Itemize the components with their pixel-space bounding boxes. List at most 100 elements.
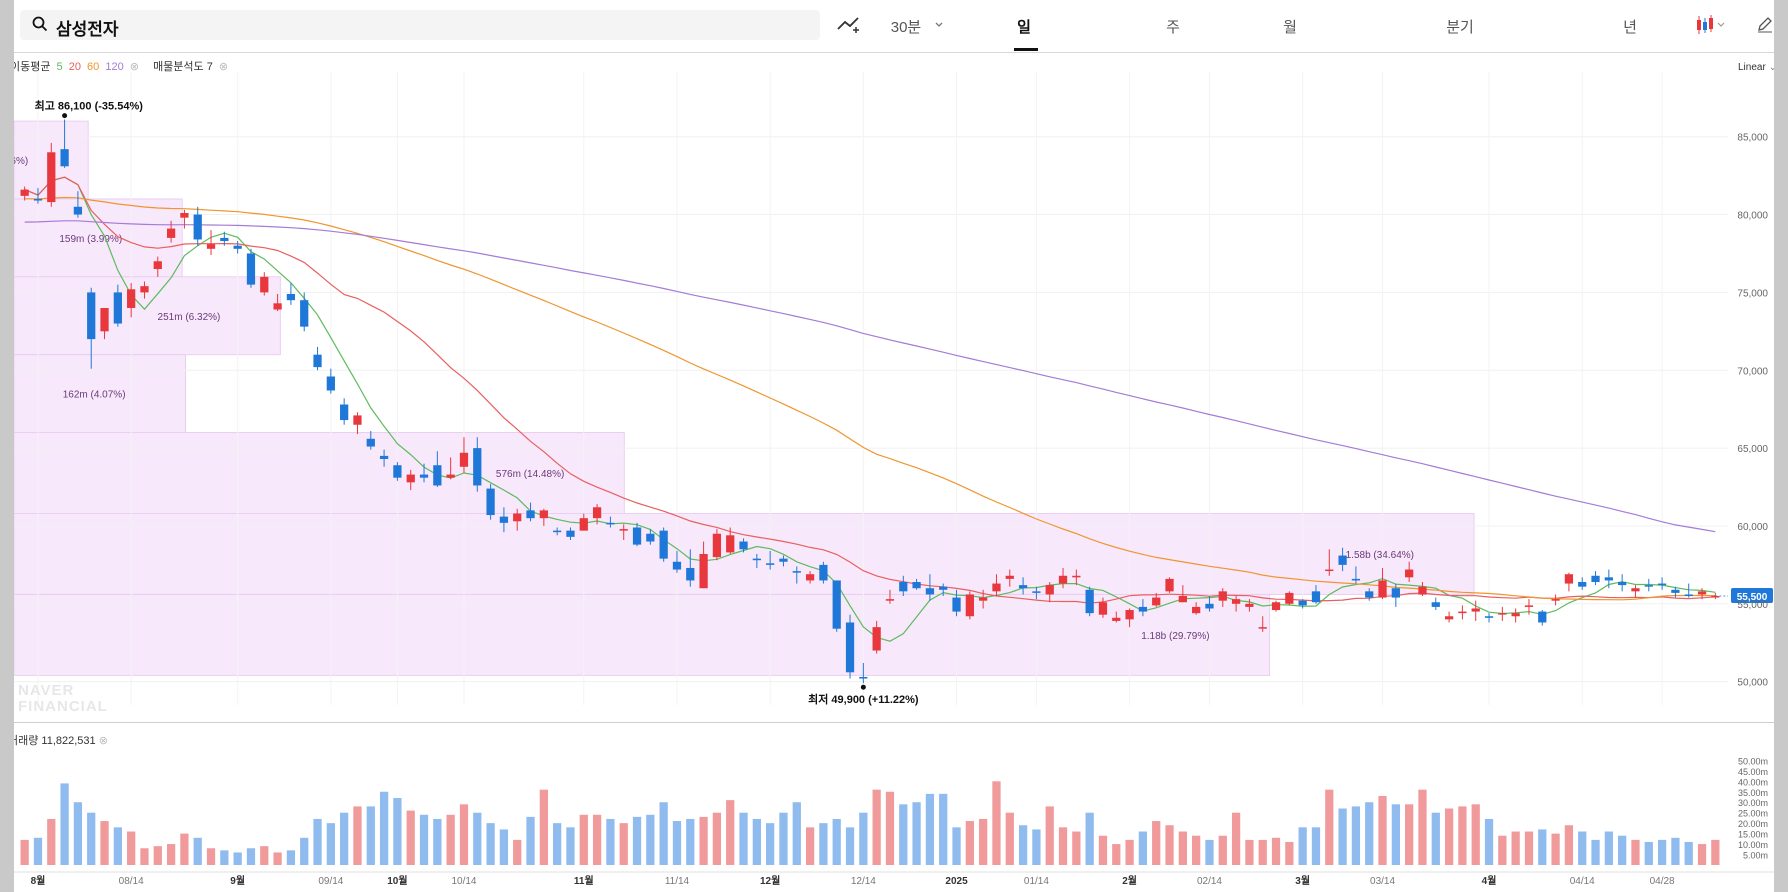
price-chart[interactable]: 67.6m (1.76%)159m (3.99%)251m (6.32%)162… bbox=[0, 0, 1788, 892]
candle-body bbox=[73, 206, 83, 215]
candle-body bbox=[1391, 588, 1400, 598]
candle-body bbox=[792, 571, 801, 573]
volume-bar bbox=[1298, 827, 1307, 865]
time-tick-label: 11/14 bbox=[665, 876, 690, 887]
candle-body bbox=[925, 588, 935, 595]
volume-profile-label: 162m (4.07%) bbox=[63, 390, 126, 401]
volume-tick-label: 45.00m bbox=[1738, 767, 1768, 777]
candle-body bbox=[300, 300, 309, 327]
candle-body bbox=[433, 465, 442, 486]
candle-body bbox=[193, 214, 202, 240]
time-tick-label: 12월 bbox=[760, 875, 780, 887]
candle-body bbox=[632, 527, 642, 545]
price-tick-label: 75,000 bbox=[1737, 288, 1768, 299]
candle-body bbox=[1578, 582, 1587, 587]
candle-body bbox=[1564, 574, 1574, 584]
candle-body bbox=[1098, 602, 1108, 615]
time-tick-label: 08/14 bbox=[119, 876, 144, 887]
volume-bar bbox=[805, 827, 815, 865]
window-frame-right bbox=[1774, 0, 1788, 892]
volume-profile-label: 576m (14.48%) bbox=[496, 469, 564, 480]
candle-body bbox=[499, 516, 509, 523]
candle-body bbox=[526, 510, 535, 519]
candle-body bbox=[166, 228, 176, 238]
candle-body bbox=[1471, 608, 1480, 612]
volume-bar bbox=[819, 823, 828, 865]
volume-bar bbox=[100, 821, 109, 865]
volume-bar bbox=[965, 821, 974, 865]
volume-bar bbox=[1538, 829, 1547, 865]
volume-tick-label: 50.00m bbox=[1738, 756, 1768, 766]
candle-body bbox=[1072, 575, 1081, 578]
candle-body bbox=[1631, 588, 1640, 592]
candle-body bbox=[513, 513, 522, 522]
volume-bar bbox=[553, 823, 562, 865]
time-tick-label: 10월 bbox=[387, 875, 407, 887]
volume-bar bbox=[233, 852, 242, 865]
volume-bar bbox=[832, 818, 841, 865]
candle-body bbox=[939, 586, 948, 590]
candle-body bbox=[592, 507, 602, 519]
volume-bar bbox=[1591, 839, 1600, 865]
volume-bar bbox=[1564, 825, 1574, 865]
candle-body bbox=[33, 198, 43, 201]
volume-bar bbox=[433, 818, 442, 865]
volume-bar bbox=[1551, 833, 1560, 865]
candle-body bbox=[1165, 578, 1174, 592]
close-icon[interactable]: ⊗ bbox=[99, 735, 108, 747]
volume-tick-label: 5.00m bbox=[1743, 851, 1768, 861]
time-tick-label: 8월 bbox=[31, 875, 46, 887]
candle-body bbox=[1697, 591, 1707, 595]
candle-body bbox=[712, 533, 722, 558]
time-tick-label: 01/14 bbox=[1024, 876, 1049, 887]
volume-bar bbox=[792, 802, 801, 865]
watermark-text: NAVER bbox=[18, 682, 74, 699]
time-tick-label: 09/14 bbox=[318, 876, 343, 887]
candle-body bbox=[127, 289, 136, 308]
volume-bar bbox=[300, 837, 309, 865]
candle-body bbox=[1351, 578, 1361, 581]
volume-bar bbox=[1218, 835, 1227, 865]
time-tick-label: 04/28 bbox=[1650, 876, 1675, 887]
volume-bar bbox=[979, 818, 988, 865]
volume-bar bbox=[1271, 837, 1281, 865]
volume-bar bbox=[1338, 808, 1347, 865]
candle-body bbox=[952, 597, 961, 612]
volume-bar bbox=[1458, 806, 1467, 865]
pane-divider bbox=[14, 722, 1774, 723]
volume-bar bbox=[393, 798, 402, 865]
volume-bar bbox=[752, 818, 761, 865]
volume-profile-label: 159m (3.99%) bbox=[59, 234, 122, 245]
candle-body bbox=[1231, 599, 1241, 604]
volume-bar bbox=[1524, 831, 1534, 865]
candle-body bbox=[805, 574, 815, 581]
candle-body bbox=[1405, 569, 1414, 578]
candle-body bbox=[1245, 603, 1254, 607]
high-annotation: 최고 86,100 (-35.54%) bbox=[35, 99, 144, 113]
volume-bar bbox=[579, 814, 588, 865]
candle-body bbox=[486, 488, 495, 516]
volume-tick-label: 25.00m bbox=[1738, 809, 1768, 819]
candle-body bbox=[313, 354, 322, 368]
candle-body bbox=[1671, 589, 1680, 593]
candle-body bbox=[1285, 592, 1294, 604]
candle-body bbox=[1032, 591, 1041, 593]
volume-bar bbox=[1112, 844, 1121, 865]
candle-body bbox=[845, 622, 855, 673]
volume-bar bbox=[140, 848, 149, 865]
candle-body bbox=[1338, 555, 1347, 565]
candle-body bbox=[1591, 575, 1600, 582]
volume-bar bbox=[1671, 837, 1680, 865]
volume-bar bbox=[1018, 825, 1028, 865]
volume-bar bbox=[1471, 804, 1480, 865]
volume-bar bbox=[859, 812, 868, 865]
candle-body bbox=[752, 558, 761, 561]
volume-bar bbox=[526, 816, 535, 865]
volume-bar bbox=[1125, 839, 1134, 865]
volume-bar bbox=[1578, 831, 1587, 865]
candle-body bbox=[872, 627, 881, 651]
candle-body bbox=[606, 522, 615, 525]
candle-body bbox=[1418, 586, 1427, 595]
candle-body bbox=[233, 245, 242, 249]
volume-tick-label: 10.00m bbox=[1738, 840, 1768, 850]
